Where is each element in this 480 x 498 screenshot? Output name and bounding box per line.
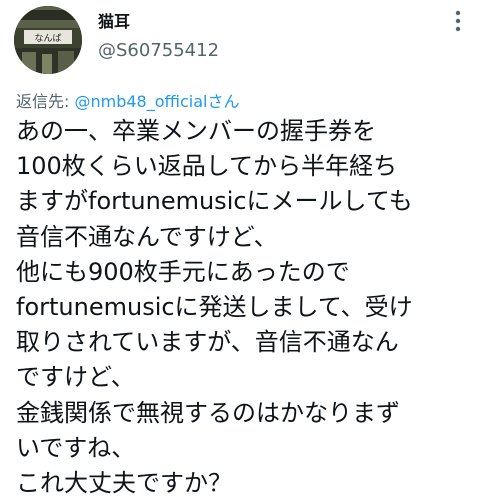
tweet-text: あの一、卒業メンバーの握手券を 100枚くらい返品してから半年経ち ますがfor… [16,114,478,498]
tweet-text-line: 音信不通なんですけど、 [16,222,278,251]
tweet-text-line: 金銭関係で無視するのはかなりまず [16,398,400,427]
tweet-text-line: 100枚くらい返品してから半年経ち [16,152,398,181]
tweet-text-line: これ大丈夫ですか？ [16,468,232,497]
more-vertical-icon [455,10,461,32]
display-name[interactable]: 猫耳 [98,8,130,32]
tweet-text-line: いですね、 [16,433,136,462]
tweet-text-line: 他にも900枚手元にあったので [16,257,350,286]
avatar-photo-icon: なんば [14,6,82,74]
reply-context: 返信先: @nmb48_officialさん [16,88,240,112]
tweet-text-line: fortunemusicに発送しまして、受け [16,292,413,321]
reply-mention-link[interactable]: @nmb48_official [74,92,207,111]
user-handle[interactable]: @S60755412 [98,40,219,61]
tweet-text-line: ますがfortunemusicにメールしても [16,187,413,216]
avatar-sign-text: なんば [34,33,61,44]
avatar[interactable]: なんば [14,6,82,74]
tweet-text-line: あの一、卒業メンバーの握手券を [16,117,376,145]
tweet-text-line: ですけど、 [16,363,135,392]
more-options-button[interactable] [446,4,470,38]
reply-prefix: 返信先: [16,92,75,111]
reply-suffix: さん [207,92,240,111]
tweet-text-line: 取りされていますが、音信不通なん [16,328,399,357]
tweet-card: なんば 猫耳 @S60755412 返信先: @nmb48_officialさん… [0,0,480,498]
